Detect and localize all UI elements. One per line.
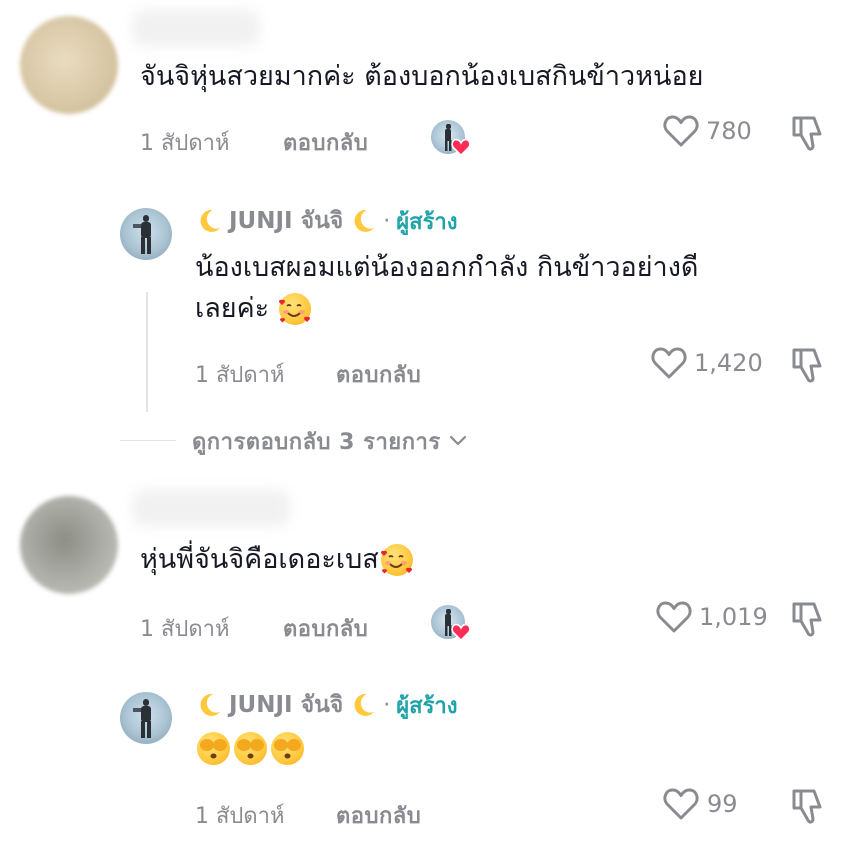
crescent-moon-emoji bbox=[354, 693, 375, 716]
like-heart-icon[interactable] bbox=[662, 787, 700, 821]
commenter-avatar[interactable] bbox=[20, 16, 118, 114]
crescent-moon-emoji bbox=[200, 693, 220, 716]
reply-emoji-row bbox=[197, 728, 304, 768]
reply-button[interactable]: ตอบกลับ bbox=[283, 125, 368, 160]
comment-text: หุ่นพี่จันจิคือเดอะเบส bbox=[140, 544, 379, 575]
reply-text-line1: น้องเบสผอมแต่น้องออกกำลัง กินข้าวอย่างดี bbox=[195, 252, 699, 283]
smiling-face-with-hearts-emoji bbox=[279, 293, 312, 325]
creator-avatar[interactable] bbox=[120, 208, 172, 260]
creator-badge: ผู้สร้าง bbox=[396, 209, 458, 235]
dislike-icon[interactable] bbox=[790, 346, 826, 384]
view-replies-divider bbox=[120, 440, 176, 441]
comment-time: 1 สัปดาห์ bbox=[140, 617, 230, 642]
reply-button[interactable]: ตอบกลับ bbox=[283, 611, 368, 646]
reply-author-row: JUNJI จันจิ · ผู้สร้าง bbox=[195, 204, 458, 238]
face-covering-eyes-emoji bbox=[234, 731, 267, 765]
view-replies-label: ดูการตอบกลับ 3 รายการ bbox=[192, 429, 441, 455]
reply-button[interactable]: ตอบกลับ bbox=[336, 798, 421, 833]
commenter-avatar[interactable] bbox=[20, 496, 118, 594]
like-heart-icon[interactable] bbox=[662, 114, 700, 148]
face-covering-eyes-emoji bbox=[197, 731, 230, 765]
reply-author-name[interactable]: JUNJI จันจิ bbox=[229, 203, 343, 239]
reply-author-name[interactable]: JUNJI จันจิ bbox=[229, 687, 343, 723]
smiling-face-with-hearts-emoji bbox=[380, 544, 413, 576]
creator-avatar[interactable] bbox=[120, 692, 172, 744]
reply-button[interactable]: ตอบกลับ bbox=[336, 357, 421, 392]
like-count: 1,420 bbox=[694, 349, 763, 377]
dislike-icon[interactable] bbox=[790, 600, 826, 638]
separator-dot: · bbox=[383, 692, 391, 718]
comment-time: 1 สัปดาห์ bbox=[140, 131, 230, 156]
creator-badge: ผู้สร้าง bbox=[396, 693, 458, 719]
comment-text: จันจิหุ่นสวยมากค่ะ ต้องบอกน้องเบสกินข้าว… bbox=[140, 61, 704, 92]
like-heart-icon[interactable] bbox=[650, 346, 688, 380]
creator-figure-icon bbox=[133, 215, 151, 254]
like-count: 99 bbox=[707, 790, 738, 818]
reply-text-line2-row: เลยค่ะ bbox=[195, 286, 312, 332]
creator-figure-icon bbox=[133, 699, 151, 738]
thread-line bbox=[146, 292, 148, 412]
like-heart-icon[interactable] bbox=[655, 600, 693, 634]
dislike-icon[interactable] bbox=[790, 787, 826, 825]
face-covering-eyes-emoji bbox=[271, 731, 304, 765]
like-count: 780 bbox=[706, 117, 752, 145]
separator-dot: · bbox=[383, 208, 391, 234]
chevron-down-icon bbox=[449, 435, 466, 446]
reply-time: 1 สัปดาห์ bbox=[195, 804, 285, 829]
view-replies-button[interactable]: ดูการตอบกลับ 3 รายการ bbox=[192, 426, 467, 456]
dislike-icon[interactable] bbox=[790, 114, 826, 152]
reply-time: 1 สัปดาห์ bbox=[195, 363, 285, 388]
reply-text-line2: เลยค่ะ bbox=[195, 293, 270, 324]
comment-text-row: หุ่นพี่จันจิคือเดอะเบส bbox=[140, 537, 413, 583]
commenter-name[interactable] bbox=[132, 10, 260, 46]
heart-badge-icon bbox=[451, 623, 471, 641]
commenter-name[interactable] bbox=[132, 490, 290, 526]
heart-badge-icon bbox=[451, 138, 471, 156]
crescent-moon-emoji bbox=[200, 209, 220, 232]
like-count: 1,019 bbox=[699, 603, 768, 631]
reply-author-row: JUNJI จันจิ · ผู้สร้าง bbox=[195, 688, 458, 722]
crescent-moon-emoji bbox=[354, 209, 375, 232]
